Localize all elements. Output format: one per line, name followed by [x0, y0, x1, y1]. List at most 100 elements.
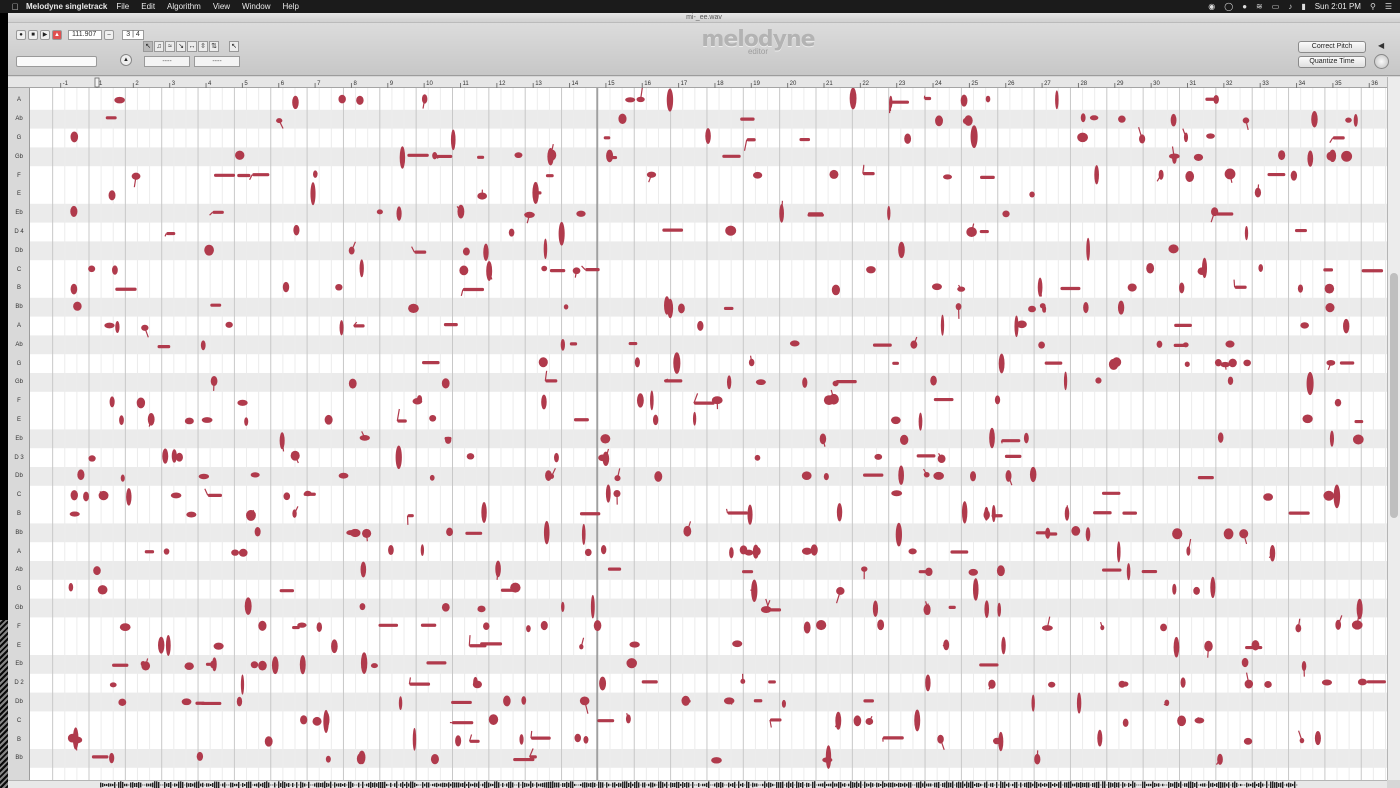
note-blob[interactable] — [925, 567, 933, 577]
status-icon-c[interactable]: ● — [1242, 2, 1247, 11]
menubar-clock[interactable]: Sun 2:01 PM — [1315, 2, 1361, 11]
note-blob[interactable] — [1174, 323, 1192, 327]
note-blob[interactable] — [186, 511, 197, 518]
note-blob[interactable] — [545, 174, 554, 178]
note-blob[interactable] — [473, 676, 478, 688]
note-blob[interactable] — [802, 377, 808, 388]
note-blob[interactable] — [325, 755, 331, 763]
note-blob[interactable] — [210, 660, 216, 669]
note-blob[interactable] — [890, 416, 901, 425]
correct-pitch-button[interactable]: Correct Pitch — [1298, 41, 1366, 53]
note-blob[interactable] — [395, 445, 402, 470]
note-blob[interactable] — [957, 286, 966, 292]
note-blob[interactable] — [83, 491, 90, 502]
note-blob[interactable] — [1141, 569, 1158, 574]
menu-view[interactable]: View — [213, 2, 230, 11]
note-blob[interactable] — [725, 225, 737, 236]
note-blob[interactable] — [526, 625, 531, 633]
note-blob[interactable] — [585, 268, 600, 272]
tool-option-field-left[interactable]: ---- — [144, 56, 190, 67]
note-blob[interactable] — [283, 492, 291, 501]
note-blob[interactable] — [950, 550, 969, 554]
loop-start-marker[interactable] — [94, 77, 100, 88]
note-blob[interactable] — [119, 623, 131, 632]
note-blob[interactable] — [810, 544, 818, 556]
note-blob[interactable] — [1044, 361, 1063, 365]
note-blob[interactable] — [115, 321, 120, 334]
note-blob[interactable] — [455, 735, 462, 747]
note-blob[interactable] — [407, 514, 414, 518]
note-blob[interactable] — [324, 712, 330, 727]
note-blob[interactable] — [339, 320, 344, 336]
note-blob[interactable] — [925, 674, 931, 692]
vertical-scrollbar[interactable] — [1387, 77, 1400, 780]
note-blob[interactable] — [477, 155, 485, 159]
note-blob[interactable] — [1333, 484, 1341, 509]
note-blob[interactable] — [991, 505, 996, 523]
note-blob[interactable] — [943, 174, 953, 180]
note-blob[interactable] — [1297, 284, 1304, 293]
note-blob[interactable] — [882, 736, 904, 740]
tempo-field[interactable]: 111.907 — [68, 30, 102, 40]
note-blob[interactable] — [1356, 598, 1363, 620]
note-blob[interactable] — [1258, 264, 1264, 272]
apple-icon[interactable]:  — [8, 2, 22, 12]
note-blob[interactable] — [574, 733, 582, 743]
note-blob[interactable] — [483, 622, 490, 630]
note-blob[interactable] — [1339, 361, 1355, 365]
note-blob[interactable] — [1063, 371, 1068, 391]
note-blob[interactable] — [264, 736, 273, 747]
note-blob[interactable] — [1307, 150, 1314, 167]
note-blob[interactable] — [872, 343, 892, 347]
note-blob[interactable] — [569, 342, 578, 346]
note-blob[interactable] — [465, 531, 483, 535]
note-blob[interactable] — [1184, 361, 1190, 367]
note-blob[interactable] — [1101, 491, 1121, 495]
note-blob[interactable] — [1127, 283, 1137, 292]
note-blob[interactable] — [250, 472, 260, 478]
note-blob[interactable] — [747, 504, 753, 525]
note-blob[interactable] — [600, 545, 607, 555]
note-blob[interactable] — [549, 269, 566, 273]
note-blob[interactable] — [1311, 111, 1318, 128]
note-blob[interactable] — [214, 173, 236, 177]
note-blob[interactable] — [175, 452, 183, 462]
note-blob[interactable] — [69, 511, 80, 517]
note-blob[interactable] — [667, 298, 674, 319]
note-blob[interactable] — [166, 231, 176, 236]
note-blob[interactable] — [532, 181, 539, 204]
position-display[interactable] — [16, 56, 97, 67]
record-icon[interactable]: ● — [16, 30, 26, 40]
note-blob[interactable] — [1267, 172, 1286, 177]
note-blob[interactable] — [157, 345, 171, 349]
note-blob[interactable] — [629, 641, 640, 648]
note-blob[interactable] — [581, 523, 586, 545]
note-blob[interactable] — [816, 620, 827, 631]
volume-icon[interactable]: ♪ — [1288, 2, 1292, 11]
note-blob[interactable] — [348, 378, 357, 389]
note-blob[interactable] — [985, 95, 991, 103]
note-blob[interactable] — [1215, 212, 1234, 216]
note-blob[interactable] — [829, 169, 839, 179]
menu-edit[interactable]: Edit — [141, 2, 155, 11]
note-blob[interactable] — [1002, 210, 1010, 218]
note-editor[interactable] — [30, 88, 1387, 780]
note-blob[interactable] — [441, 378, 450, 389]
note-blob[interactable] — [634, 357, 640, 368]
volume-knob[interactable] — [1374, 54, 1389, 69]
note-blob[interactable] — [654, 471, 663, 482]
note-blob[interactable] — [1001, 636, 1006, 655]
note-blob[interactable] — [201, 417, 213, 423]
note-blob[interactable] — [1094, 165, 1099, 185]
note-blob[interactable] — [503, 695, 511, 707]
notification-center-icon[interactable]: ☰ — [1385, 2, 1392, 11]
note-blob[interactable] — [109, 682, 117, 688]
menu-window[interactable]: Window — [242, 2, 270, 11]
note-blob[interactable] — [1205, 97, 1219, 101]
note-blob[interactable] — [1329, 430, 1334, 447]
note-blob[interactable] — [416, 395, 423, 404]
note-blob[interactable] — [398, 696, 403, 711]
note-blob[interactable] — [831, 284, 841, 296]
note-blob[interactable] — [446, 527, 453, 537]
note-blob[interactable] — [768, 680, 776, 684]
